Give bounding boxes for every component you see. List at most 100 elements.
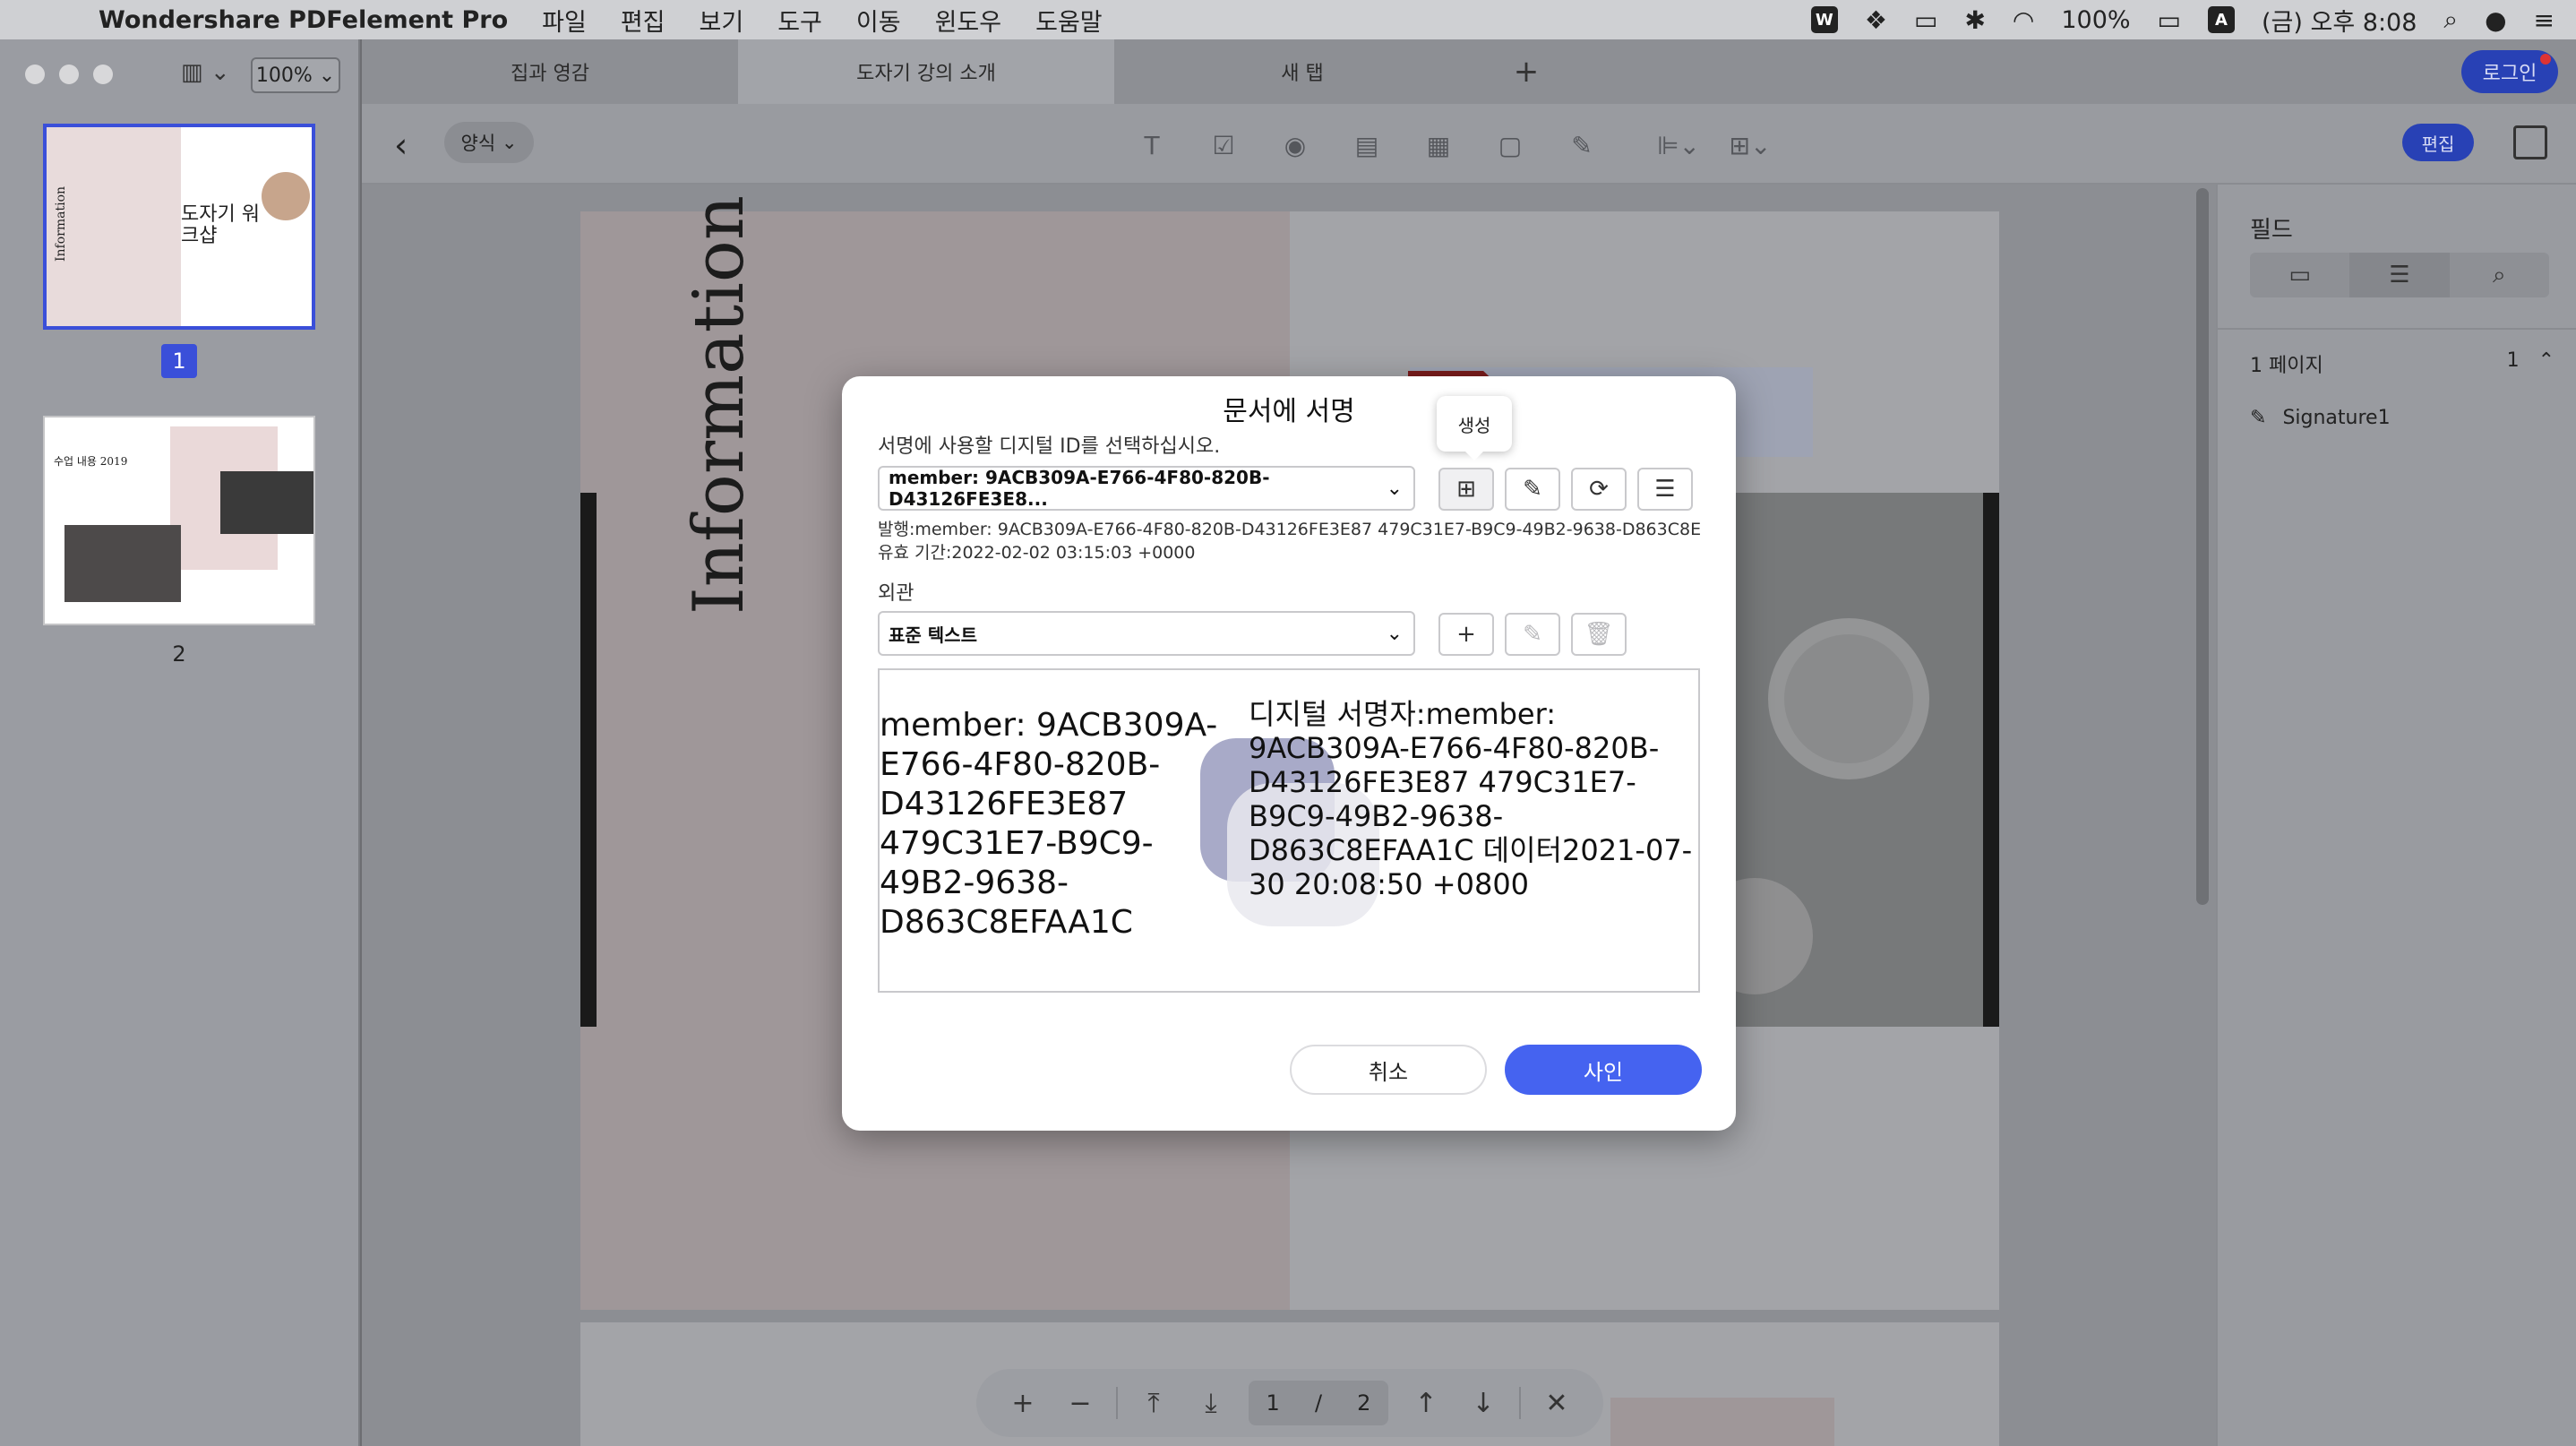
comment-view-icon[interactable]: ▭ bbox=[2250, 253, 2349, 297]
refresh-id-button[interactable]: ⟳ bbox=[1571, 468, 1627, 511]
import-id-icon: ✎ bbox=[1523, 476, 1542, 503]
delete-appearance-button[interactable]: 🗑 bbox=[1571, 613, 1627, 656]
fields-panel: 필드 ▭ ☰ ⌕ 1 페이지 1 ⌃ ✎ Signature1 bbox=[2216, 185, 2576, 1446]
zoom-out-icon[interactable]: − bbox=[1052, 1388, 1109, 1419]
wifi-icon[interactable]: ◠ bbox=[2013, 5, 2034, 35]
page-group-header[interactable]: 1 페이지 1 ⌃ bbox=[2250, 349, 2555, 378]
import-id-button[interactable]: ✎ bbox=[1505, 468, 1560, 511]
menu-window[interactable]: 윈도우 bbox=[935, 3, 1002, 38]
sidebar-layout-icon[interactable]: ▥ ⌄ bbox=[181, 59, 235, 91]
page-thumbnail-1[interactable]: Information 도자기 워크샵 bbox=[43, 124, 315, 330]
button-field-icon[interactable]: ▢ bbox=[1492, 127, 1528, 163]
tab-bar: 집과 영감 도자기 강의 소개 새 탭 + 로그인 bbox=[362, 39, 2576, 104]
document-scrollbar[interactable] bbox=[2196, 188, 2209, 905]
last-page-icon[interactable]: ⤓ bbox=[1182, 1388, 1240, 1419]
thumb1-side-text: Information bbox=[54, 185, 68, 262]
appearance-label: 외관 bbox=[878, 582, 914, 605]
battery-icon[interactable]: ▭ bbox=[2158, 5, 2181, 35]
thumb2-photo-top bbox=[220, 471, 313, 534]
tab-ceramics-lecture[interactable]: 도자기 강의 소개 bbox=[738, 39, 1114, 104]
siri-icon[interactable]: ● bbox=[2485, 5, 2506, 35]
field-list-view-icon[interactable]: ☰ bbox=[2349, 253, 2450, 297]
airplay-icon[interactable]: ▭ bbox=[1914, 5, 1937, 35]
bluetooth-icon[interactable]: ✱ bbox=[1964, 5, 1985, 35]
thumb2-photo-bottom bbox=[64, 525, 181, 602]
dialog-title: 문서에 서명 bbox=[1223, 396, 1355, 427]
form-menu-button[interactable]: 양식 ⌄ bbox=[444, 122, 534, 163]
list-icon: ☰ bbox=[1654, 476, 1676, 503]
next-page-icon[interactable]: ↓ bbox=[1455, 1388, 1512, 1419]
search-fields-icon[interactable]: ⌕ bbox=[2450, 253, 2549, 297]
checkbox-icon[interactable]: ☑ bbox=[1206, 127, 1241, 163]
fields-panel-title: 필드 bbox=[2250, 217, 2293, 244]
form-label: 양식 bbox=[460, 133, 496, 154]
thumbnail-panel: ▥ ⌄ 100% ⌄ Information 도자기 워크샵 1 수업 내용 2… bbox=[0, 39, 360, 1446]
thumb1-photo bbox=[262, 172, 310, 220]
page-number-box[interactable]: 1 / 2 bbox=[1249, 1381, 1388, 1425]
form-toolbar: ‹ 양식 ⌄ T ☑ ◉ ▤ ▦ ▢ ✎ ⊫⌄ ⊞⌄ 편집 bbox=[362, 104, 2576, 185]
appearance-select[interactable]: 표준 텍스트 ⌄ bbox=[878, 611, 1415, 656]
zoom-in-icon[interactable]: + bbox=[994, 1388, 1052, 1419]
edit-label: 편집 bbox=[2421, 133, 2455, 155]
cancel-button[interactable]: 취소 bbox=[1290, 1045, 1487, 1095]
page-thumbnail-2[interactable]: 수업 내용 2019 bbox=[43, 416, 315, 625]
login-label: 로그인 bbox=[2482, 63, 2537, 85]
add-tab-icon[interactable]: + bbox=[1490, 54, 1562, 90]
zoom-select[interactable]: 100% ⌄ bbox=[251, 57, 340, 93]
menu-help[interactable]: 도움말 bbox=[1035, 3, 1103, 38]
plus-icon: + bbox=[1456, 621, 1476, 648]
zoom-window-button[interactable] bbox=[93, 65, 113, 84]
right-panel-toggle-icon[interactable] bbox=[2513, 125, 2547, 159]
app-name[interactable]: Wondershare PDFelement Pro bbox=[99, 6, 508, 34]
menu-view[interactable]: 보기 bbox=[700, 3, 744, 38]
login-button[interactable]: 로그인 bbox=[2461, 50, 2558, 93]
arrange-grid-icon[interactable]: ⊞⌄ bbox=[1723, 127, 1777, 163]
collapse-chevron-icon[interactable]: ⌃ bbox=[2538, 349, 2555, 372]
validity-text: 유효 기간:2022-02-02 03:15:03 +0000 bbox=[878, 543, 1196, 563]
combo-box-icon[interactable]: ▤ bbox=[1349, 127, 1385, 163]
spotlight-search-icon[interactable]: ⌕ bbox=[2443, 4, 2458, 35]
first-page-icon[interactable]: ⤒ bbox=[1125, 1388, 1182, 1419]
menu-file[interactable]: 파일 bbox=[542, 3, 587, 38]
back-chevron-icon[interactable]: ‹ bbox=[394, 125, 408, 165]
previous-page-icon[interactable]: ↑ bbox=[1397, 1388, 1455, 1419]
align-icon[interactable]: ⊫⌄ bbox=[1652, 127, 1705, 163]
fields-view-segment: ▭ ☰ ⌕ bbox=[2250, 253, 2549, 297]
close-navigation-icon[interactable]: ✕ bbox=[1528, 1388, 1585, 1419]
id-details: 발행:member: 9ACB309A-E766-4F80-820B-D4312… bbox=[878, 518, 1702, 564]
create-tooltip: 생성 bbox=[1437, 396, 1512, 460]
page-vertical-title: Information bbox=[679, 194, 760, 615]
text-field-icon[interactable]: T bbox=[1134, 127, 1170, 163]
trash-icon: 🗑 bbox=[1584, 621, 1614, 648]
minimize-window-button[interactable] bbox=[59, 65, 79, 84]
bookmark-status-icon[interactable]: ❖ bbox=[1865, 5, 1887, 35]
create-id-button[interactable]: ⊞ bbox=[1438, 468, 1494, 511]
signature-field-icon: ✎ bbox=[2250, 407, 2267, 429]
dialog-subtitle: 서명에 사용할 디지털 ID를 선택하십시오. bbox=[878, 435, 1221, 458]
control-center-icon[interactable]: ≡ bbox=[2534, 5, 2555, 35]
menu-tools[interactable]: 도구 bbox=[777, 3, 822, 38]
edit-button[interactable]: 편집 bbox=[2402, 124, 2474, 161]
id-list-button[interactable]: ☰ bbox=[1637, 468, 1693, 511]
menu-edit[interactable]: 편집 bbox=[621, 3, 665, 38]
signature-field-icon[interactable]: ✎ bbox=[1564, 127, 1600, 163]
chevron-down-icon: ⌄ bbox=[1386, 622, 1403, 645]
menubar-clock[interactable]: (금) 오후 8:08 bbox=[2262, 3, 2417, 38]
tab-home-inspiration[interactable]: 집과 영감 bbox=[362, 39, 738, 104]
input-source[interactable]: A bbox=[2208, 6, 2236, 33]
wondershare-status-icon[interactable]: W bbox=[1810, 6, 1838, 33]
close-window-button[interactable] bbox=[25, 65, 45, 84]
list-box-icon[interactable]: ▦ bbox=[1421, 127, 1456, 163]
digital-id-select[interactable]: member: 9ACB309A-E766-4F80-820B-D43126FE… bbox=[878, 466, 1415, 511]
menu-go[interactable]: 이동 bbox=[856, 3, 901, 38]
tab-new[interactable]: 새 탭 bbox=[1114, 39, 1490, 104]
radio-button-icon[interactable]: ◉ bbox=[1277, 127, 1313, 163]
field-list-item[interactable]: ✎ Signature1 bbox=[2250, 407, 2391, 429]
add-appearance-button[interactable]: + bbox=[1438, 613, 1494, 656]
field-item-label: Signature1 bbox=[2282, 407, 2391, 429]
edit-appearance-button[interactable]: ✎ bbox=[1505, 613, 1560, 656]
sign-button[interactable]: 사인 bbox=[1505, 1045, 1702, 1095]
current-page[interactable]: 1 bbox=[1267, 1390, 1280, 1416]
zoom-value: 100% bbox=[255, 64, 313, 87]
page-group-count: 1 bbox=[2506, 349, 2520, 372]
